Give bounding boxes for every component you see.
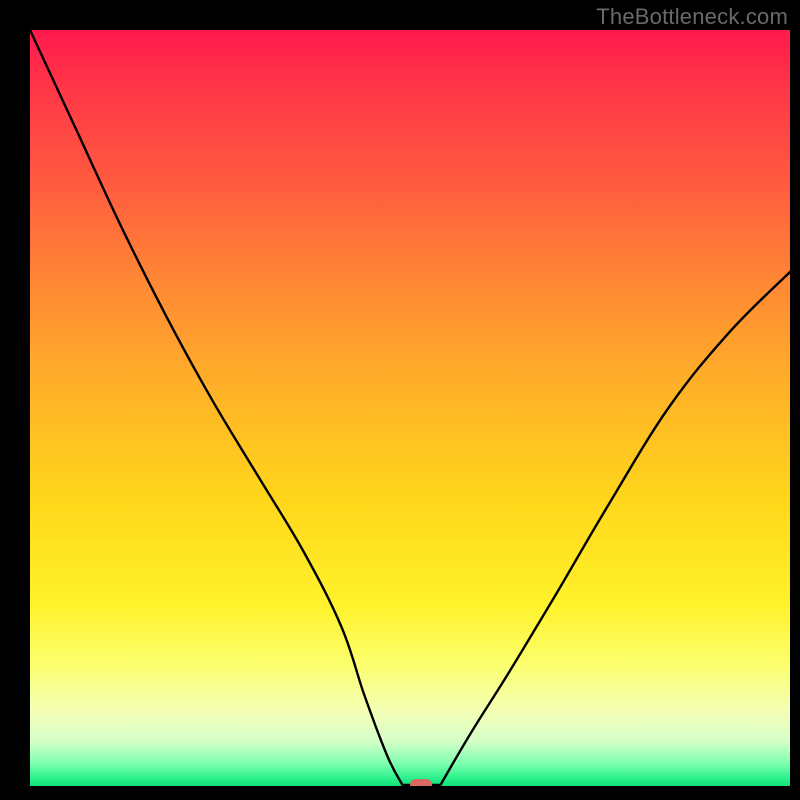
watermark-text: TheBottleneck.com [596, 4, 788, 30]
bottleneck-marker [410, 779, 432, 786]
plot-area [30, 30, 790, 786]
curve-path [30, 30, 790, 785]
bottleneck-curve [30, 30, 790, 786]
chart-frame: TheBottleneck.com [0, 0, 800, 800]
